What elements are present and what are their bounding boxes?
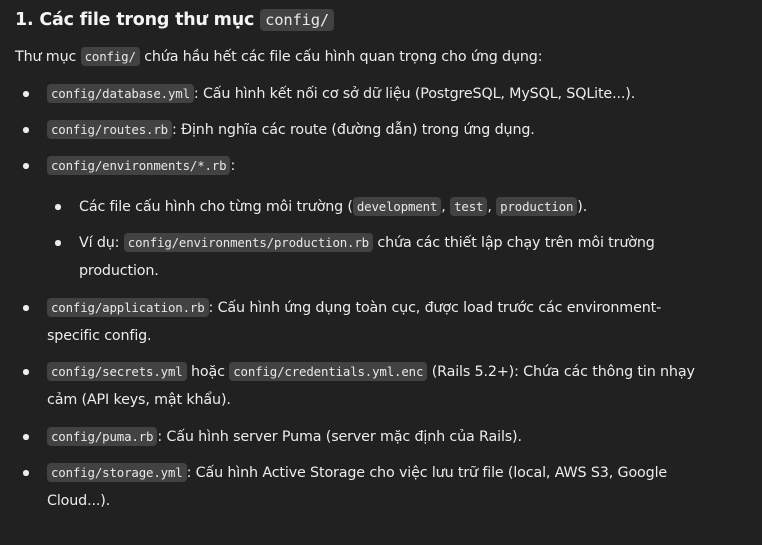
bullet [23,305,29,311]
bullet [23,369,29,375]
list-item-storage-cont: Cloud...). [47,487,110,515]
item-text: : Cấu hình kết nối cơ sở dữ liệu (Postgr… [193,86,636,102]
bullet [55,240,61,246]
bullet [23,163,29,169]
bullet [23,470,29,476]
bullet [23,434,29,440]
bullet [55,204,61,210]
intro-after: chứa hầu hết các file cấu hình quan trọn… [144,49,543,65]
item-code: config/database.yml [47,84,194,103]
env-code-test: test [450,197,488,216]
example-text: chứa các thiết lập chạy trên môi trường [377,235,655,251]
document: 1. Các file trong thư mục config/ Thư mụ… [0,0,762,545]
item-mid-text: hoặc [190,364,225,380]
list-item-puma: config/puma.rb: Cấu hình server Puma (se… [47,423,522,451]
list-item-secrets: config/secrets.yml hoặc config/credentia… [47,358,695,386]
item-text-cont: Cloud...). [47,493,111,509]
heading-text: 1. Các file trong thư mục [15,10,255,30]
sub-item-example-cont: production. [79,257,159,285]
list-item-application-cont: specific config. [47,322,152,350]
item-text: : Cấu hình ứng dụng toàn cục, được load … [208,300,662,316]
sub-item-text: Các file cấu hình cho từng môi trường ( [79,199,353,215]
item-code: config/environments/*.rb [47,156,231,175]
example-text-cont: production. [79,263,159,279]
item-text: : Cấu hình Active Storage cho việc lưu t… [186,465,668,481]
item-code: config/application.rb [47,298,209,317]
item-text: : Định nghĩa các route (đường dẫn) trong… [171,122,535,138]
item-text: (Rails 5.2+): Chứa các thông tin nhạy [431,364,695,380]
example-code: config/environments/production.rb [123,233,373,252]
env-code-development: development [352,197,442,216]
list-item-storage: config/storage.yml: Cấu hình Active Stor… [47,459,667,487]
intro-code: config/ [80,47,140,66]
list-item-database: config/database.yml: Cấu hình kết nối cơ… [47,80,635,108]
list-item-secrets-cont: cảm (API keys, mật khẩu). [47,386,231,414]
item-code: config/routes.rb [47,120,172,139]
example-label: Ví dụ: [79,235,120,251]
intro-before: Thư mục [15,49,77,65]
list-item-application: config/application.rb: Cấu hình ứng dụng… [47,294,661,322]
section-heading: 1. Các file trong thư mục config/ [15,6,334,34]
item-code: config/puma.rb [47,427,158,446]
list-item-routes: config/routes.rb: Định nghĩa các route (… [47,116,535,144]
sub-item-env-files: Các file cấu hình cho từng môi trường (d… [79,197,588,216]
heading-code: config/ [260,9,334,31]
env-code-production: production [496,197,578,216]
item-text-cont: specific config. [47,328,152,344]
bullet [23,91,29,97]
item-text: : [230,158,236,174]
item-code: config/secrets.yml [47,362,187,381]
intro-paragraph: Thư mục config/ chứa hầu hết các file cấ… [15,45,543,69]
list-item-environments: config/environments/*.rb: [47,152,235,180]
sub-item-example: Ví dụ: config/environments/production.rb… [79,229,655,257]
item-code: config/storage.yml [47,463,187,482]
item-code-credentials: config/credentials.yml.enc [229,362,428,381]
item-text: : Cấu hình server Puma (server mặc định … [157,429,522,445]
item-text-cont: cảm (API keys, mật khẩu). [47,392,231,408]
bullet [23,127,29,133]
